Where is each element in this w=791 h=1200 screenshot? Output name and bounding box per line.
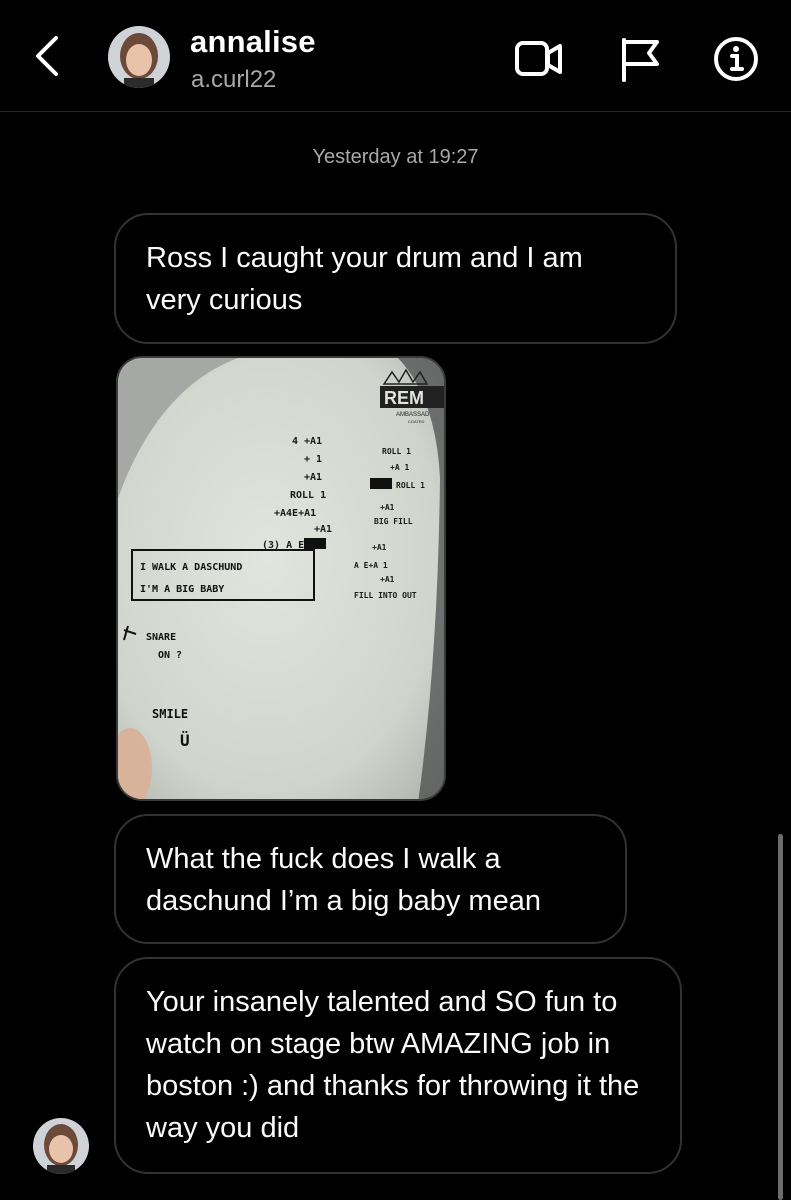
message-bubble[interactable]: Ross I caught your drum and I am very cu… (114, 213, 677, 344)
video-call-icon (515, 41, 562, 76)
svg-text:+A4E+A1: +A4E+A1 (274, 508, 316, 519)
svg-text:BIG FILL: BIG FILL (374, 517, 413, 526)
chat-header: annalise a.curl22 (0, 0, 791, 112)
svg-text:ROLL 1: ROLL 1 (290, 490, 326, 501)
svg-text:4 +A1: 4 +A1 (292, 436, 322, 447)
drum-head-photo: REM AMBASSAD COATED 4 +A1 + 1 +A1 ROLL 1… (118, 358, 444, 799)
svg-text:+A 1: +A 1 (390, 463, 409, 472)
svg-text:+A1: +A1 (372, 543, 387, 552)
scrollbar[interactable] (778, 834, 783, 1200)
svg-text:SMILE: SMILE (152, 707, 188, 721)
message-timestamp: Yesterday at 19:27 (312, 146, 479, 168)
svg-text:+A1: +A1 (380, 575, 395, 584)
message-text: What the fuck does I walk a daschund I’m… (146, 843, 541, 917)
svg-text:SNARE: SNARE (146, 632, 176, 643)
svg-text:+ 1: + 1 (304, 454, 322, 465)
contact-name[interactable]: annalise (190, 24, 316, 60)
svg-text:AMBASSAD: AMBASSAD (396, 412, 430, 418)
avatar[interactable] (108, 26, 170, 88)
flag-icon (622, 38, 659, 82)
message-text: Ross I caught your drum and I am very cu… (146, 242, 583, 316)
sender-avatar[interactable] (33, 1118, 89, 1174)
contact-username: a.curl22 (191, 66, 277, 93)
message-bubble[interactable]: What the fuck does I walk a daschund I’m… (114, 814, 627, 944)
info-button[interactable] (711, 36, 761, 82)
svg-text:REM: REM (384, 388, 424, 408)
message-bubble[interactable]: Your insanely talented and SO fun to wat… (114, 957, 682, 1174)
svg-text:FILL INTO OUT: FILL INTO OUT (354, 591, 417, 600)
svg-text:I WALK A DASCHUND: I WALK A DASCHUND (140, 562, 242, 573)
svg-text:+A1: +A1 (304, 472, 322, 483)
report-button[interactable] (617, 36, 667, 82)
svg-text:Ü: Ü (180, 731, 190, 750)
svg-text:ROLL 1: ROLL 1 (382, 447, 411, 456)
image-message[interactable]: REM AMBASSAD COATED 4 +A1 + 1 +A1 ROLL 1… (116, 356, 446, 801)
back-button[interactable] (28, 32, 68, 80)
svg-text:ON ?: ON ? (158, 650, 182, 661)
message-text: Your insanely talented and SO fun to wat… (146, 986, 640, 1144)
svg-text:+A1: +A1 (380, 503, 395, 512)
svg-text:A E+A 1: A E+A 1 (354, 561, 388, 570)
video-call-button[interactable] (514, 36, 564, 82)
svg-text:I'M A BIG BABY: I'M A BIG BABY (140, 584, 224, 595)
info-icon (714, 37, 758, 81)
svg-text:ROLL 1: ROLL 1 (396, 481, 425, 490)
svg-text:+A1: +A1 (314, 524, 332, 535)
chevron-left-icon (36, 36, 58, 76)
svg-text:COATED: COATED (408, 419, 424, 424)
